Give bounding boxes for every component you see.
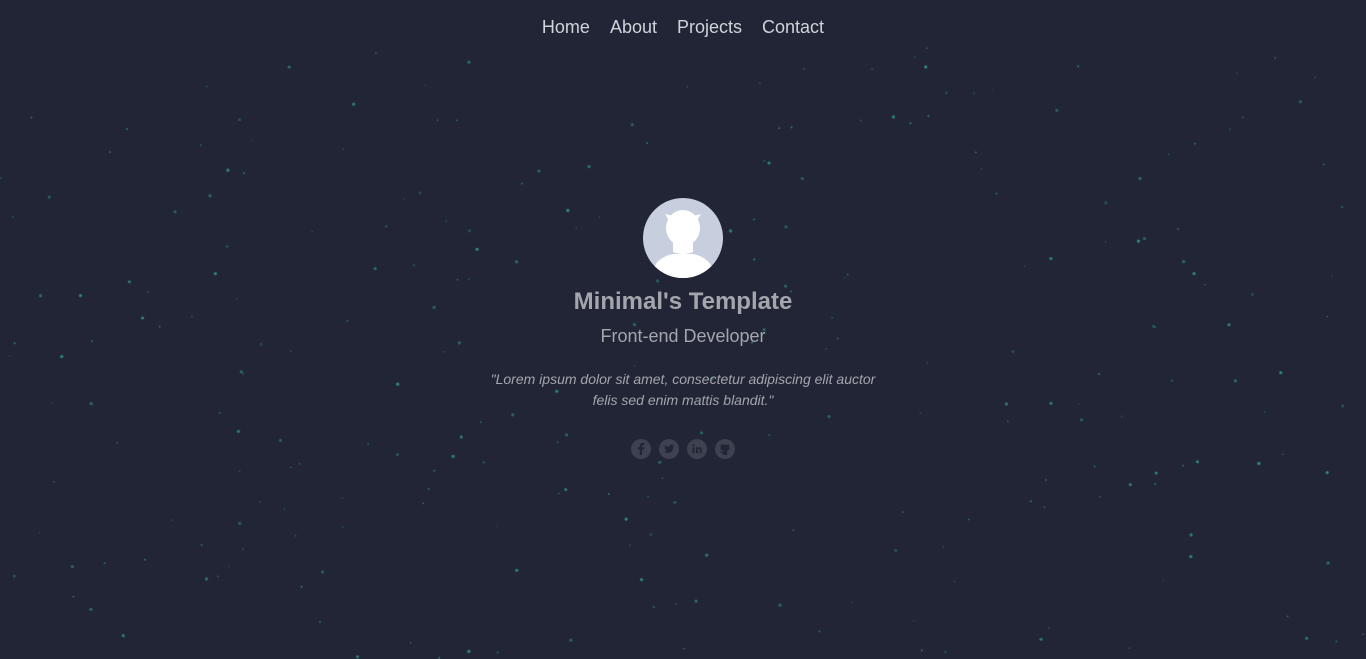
profile-card: Minimal's Template Front-end Developer "… (0, 198, 1366, 459)
profile-quote: "Lorem ipsum dolor sit amet, consectetur… (490, 371, 876, 408)
github-icon[interactable] (715, 439, 735, 459)
linkedin-icon[interactable] (687, 439, 707, 459)
facebook-icon[interactable] (631, 439, 651, 459)
nav-about-link[interactable]: About (610, 17, 657, 38)
nav-contact-link[interactable]: Contact (762, 17, 824, 38)
profile-role: Front-end Developer (600, 326, 766, 346)
nav-home-link[interactable]: Home (542, 17, 590, 38)
social-links (631, 439, 735, 459)
twitter-icon[interactable] (659, 439, 679, 459)
user-silhouette-icon (651, 210, 715, 278)
top-nav: Home About Projects Contact (0, 0, 1366, 54)
page: Home About Projects Contact Minimal's Te… (0, 0, 1366, 659)
avatar (643, 198, 723, 278)
profile-name: Minimal's Template (573, 288, 793, 315)
nav-projects-link[interactable]: Projects (677, 17, 742, 38)
